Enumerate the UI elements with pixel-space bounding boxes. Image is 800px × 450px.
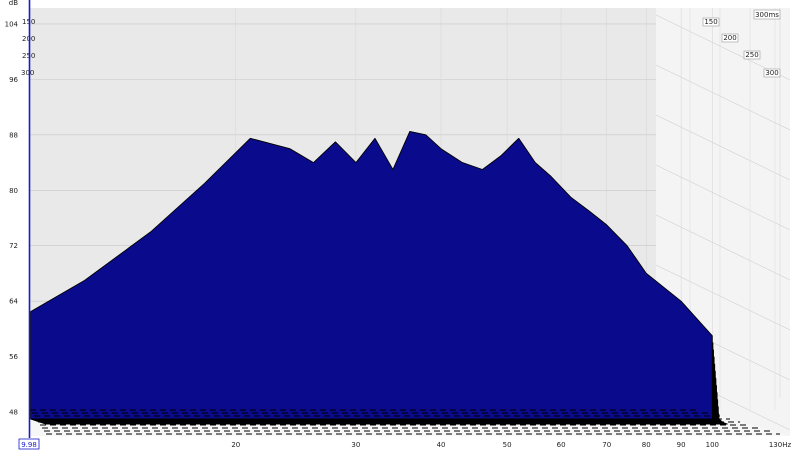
y-tick-label: 64 [9,298,18,306]
y-tick-label: 56 [9,353,18,361]
x-tick-label: 80 [642,441,651,449]
time-tick-label-left: 200 [22,35,35,43]
x-tick-label: 40 [437,441,446,449]
y-tick-label: 80 [9,187,18,195]
x-tick-label: 20 [231,441,240,449]
time-tick-label-left: 300 [21,69,34,77]
x-tick-label: 70 [602,441,611,449]
time-tick-label: 200 [723,34,736,42]
y-axis-label: dB [9,0,18,7]
x-tick-label: 130Hz [769,441,792,449]
x-tick-label: 60 [557,441,566,449]
time-tick-label-left: 150 [22,18,35,26]
x-tick-label: 30 [351,441,360,449]
y-tick-label: 88 [9,131,18,139]
x-tick-label: 50 [503,441,512,449]
time-tick-label-left: 250 [22,52,35,60]
time-tick-label: 300 [765,69,778,77]
time-unit-label: 300ms [755,11,779,19]
time-tick-label: 250 [745,51,758,59]
y-tick-label: 104 [5,20,19,28]
x-tick-label: 100 [706,441,719,449]
cursor-readout: 9.98 [21,441,37,449]
x-tick-label: 90 [677,441,686,449]
time-tick-label: 150 [704,18,717,26]
y-tick-label: 72 [9,242,18,250]
y-tick-label: 48 [9,409,18,417]
x-axis: 20 30 40 50 60 70 80 90 100 130Hz [231,441,791,449]
y-tick-label: 96 [9,76,18,84]
y-axis: dB 104 96 88 80 72 64 56 48 [5,0,19,417]
waterfall-chart: dB 104 96 88 80 72 64 56 48 20 30 40 50 60 70 80 90 100… [5,0,791,450]
